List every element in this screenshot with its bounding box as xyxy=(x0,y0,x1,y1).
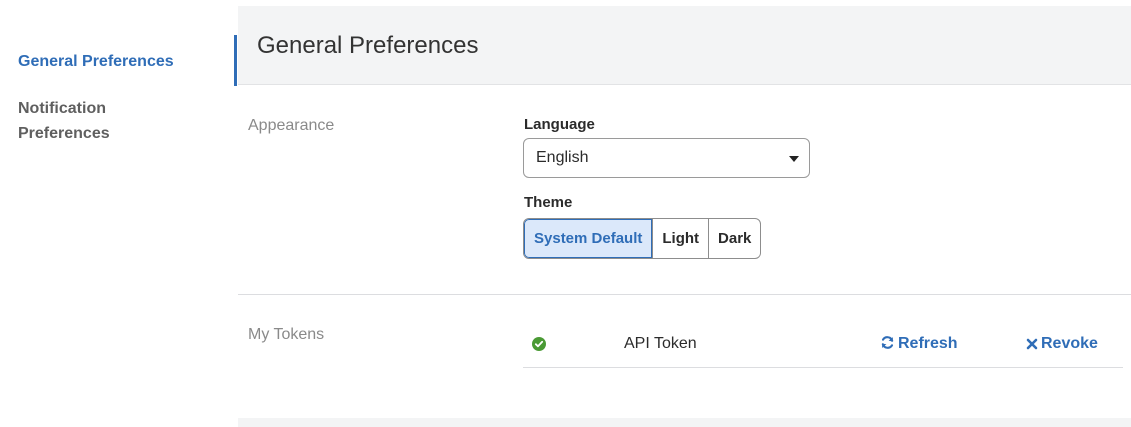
sidebar-item-general-preferences[interactable]: General Preferences xyxy=(18,49,174,74)
page-header: General Preferences xyxy=(234,6,1131,86)
appearance-section: Appearance Language English Theme System… xyxy=(238,85,1131,295)
token-name: API Token xyxy=(624,335,697,352)
revoke-label: Revoke xyxy=(1041,335,1098,352)
sidebar: General Preferences Notification Prefere… xyxy=(0,0,238,427)
page-title: General Preferences xyxy=(257,32,479,59)
revoke-token-button[interactable]: Revoke xyxy=(1026,335,1098,355)
refresh-label: Refresh xyxy=(898,335,958,352)
language-select-value: English xyxy=(536,149,589,166)
main-panel: General Preferences Appearance Language … xyxy=(234,0,1131,427)
sidebar-item-notification-preferences[interactable]: Notification Preferences xyxy=(18,96,178,146)
bottom-spacer xyxy=(238,418,1131,427)
theme-selector: System Default Light Dark xyxy=(523,218,762,259)
theme-option-dark[interactable]: Dark xyxy=(708,219,760,258)
refresh-token-button[interactable]: Refresh xyxy=(880,335,958,355)
close-icon xyxy=(1026,337,1038,355)
theme-option-light[interactable]: Light xyxy=(652,219,708,258)
tokens-section-label: My Tokens xyxy=(248,326,325,343)
language-label: Language xyxy=(524,116,595,133)
refresh-icon xyxy=(880,335,895,355)
language-select[interactable]: English xyxy=(523,138,810,178)
preferences-page: General Preferences Notification Prefere… xyxy=(0,0,1131,427)
chevron-down-icon xyxy=(789,156,799,162)
theme-option-system-default[interactable]: System Default xyxy=(524,219,653,258)
tokens-section: My Tokens API Token Refresh Revoke xyxy=(238,295,1131,418)
appearance-section-label: Appearance xyxy=(248,117,335,134)
token-row: API Token Refresh Revoke xyxy=(523,323,1123,368)
check-circle-icon xyxy=(532,337,546,351)
theme-label: Theme xyxy=(524,194,573,211)
header-accent-bar xyxy=(234,35,237,86)
